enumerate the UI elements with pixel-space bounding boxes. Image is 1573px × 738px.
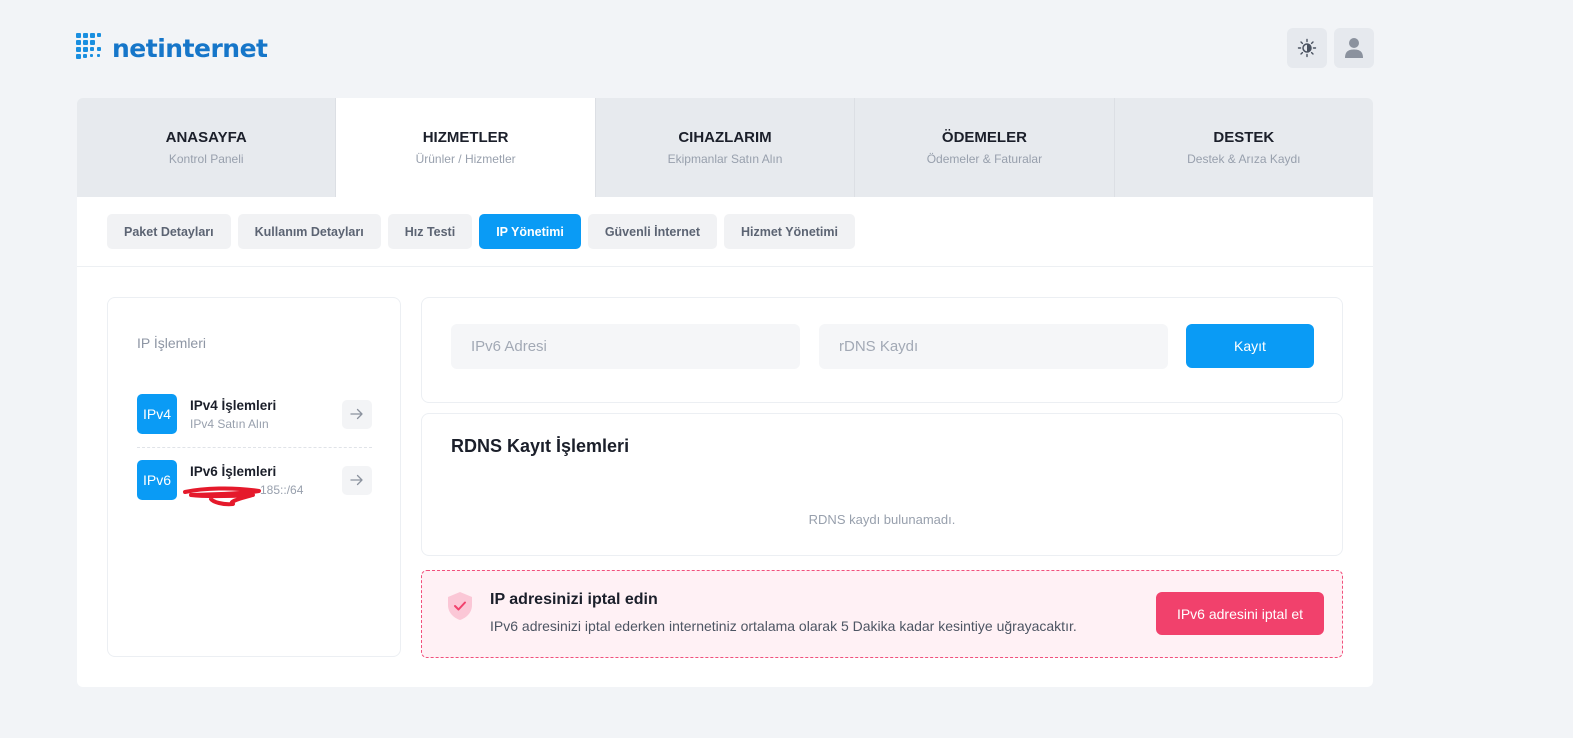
nav-tab-hizmetler[interactable]: HIZMETLER Ürünler / Hizmetler [336,98,596,197]
cancel-ip-alert: IP adresinizi iptal edin IPv6 adresinizi… [421,570,1343,658]
main-nav: ANASAYFA Kontrol Paneli HIZMETLER Ürünle… [77,98,1373,197]
ipv4-text: IPv4 İşlemleri IPv4 Satın Alın [190,398,342,431]
brand-logo[interactable]: netinternet [76,32,268,64]
nav-tab-title: DESTEK [1213,129,1275,146]
nav-tab-title: ÖDEMELER [941,129,1027,146]
subtab-hizmet-yonetimi[interactable]: Hizmet Yönetimi [723,214,855,249]
logo-icon [76,33,106,63]
nav-tab-subtitle: Ödemeler & Faturalar [926,152,1043,166]
ipv6-arrow-button[interactable] [342,465,372,495]
ip-operations-card: IP İşlemleri IPv4 IPv4 İşlemleri IPv4 Sa… [107,297,401,657]
rdns-empty-message: RDNS kaydı bulunamadı. [808,512,956,527]
nav-tab-subtitle: Kontrol Paneli [168,152,244,166]
ipv4-arrow-button[interactable] [342,399,372,429]
theme-toggle-button[interactable] [1287,28,1327,68]
ip-operations-title: IP İşlemleri [137,335,206,351]
subtab-kullanim-detaylari[interactable]: Kullanım Detayları [237,214,381,249]
subtab-guvenli-internet[interactable]: Güvenli İnternet [587,214,717,249]
subtab-paket-detaylari[interactable]: Paket Detayları [107,214,231,249]
content-panel: Paket Detayları Kullanım Detayları Hız T… [77,197,1373,687]
nav-tab-subtitle: Destek & Arıza Kaydı [1187,152,1301,166]
alert-description: IPv6 adresinizi iptal ederken internetin… [490,618,1077,634]
subtab-hiz-testi[interactable]: Hız Testi [387,214,473,249]
save-button[interactable]: Kayıt [1186,324,1314,368]
ipv4-operations-item[interactable]: IPv4 IPv4 İşlemleri IPv4 Satın Alın [137,394,372,434]
subtab-ip-yonetimi[interactable]: IP Yönetimi [479,214,581,249]
user-menu-button[interactable] [1334,28,1374,68]
nav-tab-cihazlarim[interactable]: CIHAZLARIM Ekipmanlar Satın Alın [596,98,856,197]
arrow-right-icon [350,474,363,486]
user-icon [1345,38,1363,58]
nav-tab-subtitle: Ekipmanlar Satın Alın [667,152,783,166]
brand-name: netinternet [112,33,268,63]
cancel-ipv6-button[interactable]: IPv6 adresini iptal et [1156,592,1324,635]
nav-tab-title: HIZMETLER [422,129,509,146]
divider [77,266,1373,267]
sun-icon [1297,38,1317,58]
arrow-right-icon [350,408,363,420]
nav-tab-title: ANASAYFA [165,129,247,146]
shield-check-icon [448,592,472,620]
rdns-records-card: RDNS Kayıt İşlemleri RDNS kaydı bulunama… [421,413,1343,556]
header-actions [1287,28,1374,68]
item-separator [137,447,372,448]
nav-tab-title: CIHAZLARIM [678,129,772,146]
redaction-scribble [183,486,261,507]
ipv6-badge: IPv6 [137,460,177,500]
ipv6-rdns-form: Kayıt [421,297,1343,403]
rdns-title: RDNS Kayıt İşlemleri [451,436,630,456]
alert-title: IP adresinizi iptal edin [490,591,658,608]
ipv6-address-input[interactable] [451,324,800,369]
nav-tab-subtitle: Ürünler / Hizmetler [415,152,516,166]
sub-tabs: Paket Detayları Kullanım Detayları Hız T… [107,214,855,249]
ipv4-desc: IPv4 Satın Alın [190,416,269,431]
ipv4-name: IPv4 İşlemleri [190,397,277,413]
rdns-record-input[interactable] [819,324,1168,369]
ipv4-badge: IPv4 [137,394,177,434]
nav-tab-destek[interactable]: DESTEK Destek & Arıza Kaydı [1115,98,1373,197]
nav-tab-anasayfa[interactable]: ANASAYFA Kontrol Paneli [77,98,337,197]
ipv6-name: IPv6 İşlemleri [190,463,277,479]
nav-tab-odemeler[interactable]: ÖDEMELER Ödemeler & Faturalar [855,98,1115,197]
